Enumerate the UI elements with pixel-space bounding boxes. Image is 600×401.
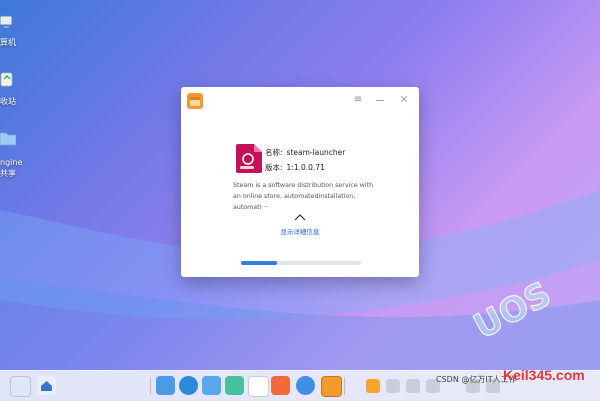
show-details-link[interactable]: 显示详细信息 bbox=[181, 226, 419, 236]
minimize-button[interactable] bbox=[373, 93, 387, 107]
shield-icon[interactable] bbox=[366, 379, 380, 393]
package-info: 名称: steam-launcher 版本: 1:1.0.0.71 bbox=[265, 146, 405, 174]
desktop-item-label: 收站 bbox=[0, 97, 16, 106]
battery-icon[interactable] bbox=[406, 379, 420, 393]
desktop-icons: 算机 收站 ngine 共享 bbox=[0, 0, 60, 360]
package-installer-icon[interactable] bbox=[321, 376, 342, 397]
package-description: Steam is a software distribution service… bbox=[233, 182, 374, 211]
browser-icon[interactable] bbox=[179, 376, 198, 395]
install-progress-fill bbox=[241, 261, 277, 265]
install-progress-bar bbox=[241, 261, 361, 265]
settings-icon[interactable] bbox=[296, 376, 315, 395]
desktop-item-label: 共享 bbox=[0, 169, 16, 178]
package-name-key: 名称: bbox=[265, 148, 283, 157]
music-icon[interactable] bbox=[225, 376, 244, 395]
dock-separator bbox=[344, 377, 345, 395]
dock-separator bbox=[150, 377, 151, 395]
volume-icon[interactable] bbox=[386, 379, 400, 393]
package-name-value: steam-launcher bbox=[286, 148, 346, 157]
desktop-item-computer[interactable]: 算机 bbox=[0, 10, 60, 66]
computer-icon bbox=[0, 15, 13, 28]
launcher-icon[interactable] bbox=[37, 376, 56, 395]
image-viewer-icon[interactable] bbox=[202, 376, 221, 395]
trash-icon bbox=[0, 72, 13, 87]
calendar-icon[interactable] bbox=[248, 376, 269, 397]
package-version-value: 1:1.0.0.71 bbox=[286, 163, 325, 172]
menu-icon[interactable]: ≡ bbox=[351, 93, 365, 107]
folder-icon bbox=[0, 132, 16, 146]
app-store-icon[interactable] bbox=[271, 376, 290, 395]
package-installer-icon bbox=[187, 93, 203, 109]
desktop-item-share[interactable]: 共享 bbox=[0, 162, 60, 182]
deb-package-icon bbox=[236, 144, 262, 173]
uos-logo: UOS bbox=[467, 273, 558, 346]
desktop-item-trash[interactable]: 收站 bbox=[0, 70, 60, 126]
chevron-up-icon[interactable] bbox=[294, 213, 306, 221]
file-manager-icon[interactable] bbox=[156, 376, 175, 395]
multitask-view-icon[interactable] bbox=[10, 376, 31, 397]
desktop-item-label: 算机 bbox=[0, 38, 16, 47]
package-name-row: 名称: steam-launcher bbox=[265, 146, 405, 159]
svg-text:UOS: UOS bbox=[467, 274, 557, 346]
brand-watermark: Keil345.com bbox=[503, 367, 585, 383]
package-installer-dialog: ≡ ✕ 名称: steam-launcher 版本: 1:1.0.0.71 St… bbox=[181, 87, 419, 277]
package-version-key: 版本: bbox=[265, 163, 283, 172]
close-button[interactable]: ✕ bbox=[397, 93, 411, 107]
package-version-row: 版本: 1:1.0.0.71 bbox=[265, 161, 405, 174]
